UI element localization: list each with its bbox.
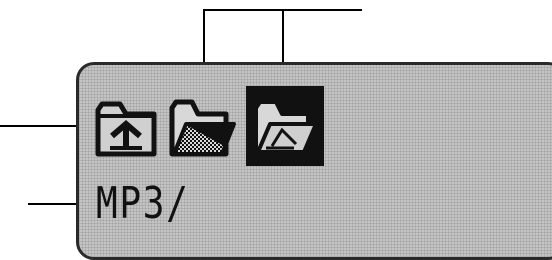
folder-icon[interactable] [166, 92, 236, 160]
folder-selected-icon[interactable] [246, 86, 324, 166]
current-path-text: MP3/ [96, 178, 190, 229]
folder-up-arrow-icon[interactable] [92, 92, 162, 160]
